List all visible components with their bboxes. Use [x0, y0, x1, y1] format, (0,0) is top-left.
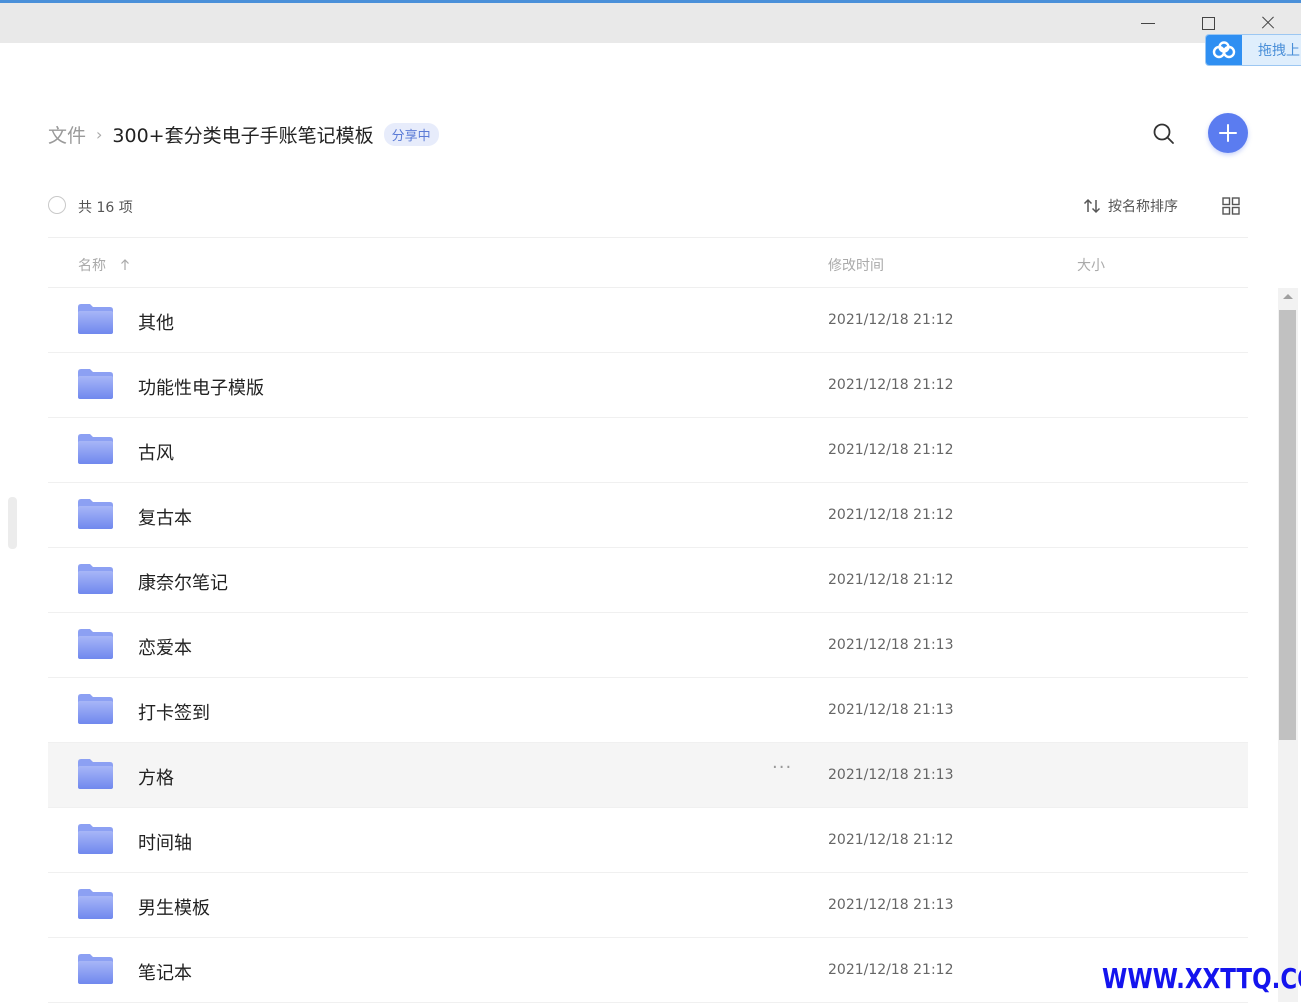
- file-name[interactable]: 笔记本: [138, 959, 192, 985]
- grid-view-icon: [1222, 197, 1240, 215]
- folder-icon: [78, 824, 113, 854]
- folder-icon: [78, 629, 113, 659]
- column-header-modified[interactable]: 修改时间: [828, 255, 884, 275]
- file-name[interactable]: 方格: [138, 764, 174, 790]
- file-row[interactable]: 打卡签到 2021/12/18 21:13: [48, 678, 1248, 743]
- file-name[interactable]: 时间轴: [138, 829, 192, 855]
- file-row[interactable]: 男生模板 2021/12/18 21:13: [48, 873, 1248, 938]
- file-name[interactable]: 复古本: [138, 504, 192, 530]
- file-row[interactable]: 古风 2021/12/18 21:12: [48, 418, 1248, 483]
- scroll-up-arrow-icon[interactable]: [1283, 294, 1293, 299]
- file-list: 其他 2021/12/18 21:12 功能性电子模版 2021/12/18 21:1…: [48, 288, 1248, 1003]
- folder-icon: [78, 434, 113, 464]
- sort-button[interactable]: 按名称排序: [1082, 196, 1178, 216]
- file-modified-time: 2021/12/18 21:12: [828, 442, 954, 458]
- file-modified-time: 2021/12/18 21:12: [828, 572, 954, 588]
- file-modified-time: 2021/12/18 21:12: [828, 312, 954, 328]
- folder-icon: [78, 499, 113, 529]
- file-modified-time: 2021/12/18 21:13: [828, 767, 954, 783]
- sort-label: 按名称排序: [1108, 199, 1178, 215]
- breadcrumb-root-link[interactable]: 文件: [48, 121, 86, 148]
- file-name[interactable]: 打卡签到: [138, 699, 210, 725]
- arrow-up-icon: [121, 259, 129, 270]
- folder-icon: [78, 954, 113, 984]
- file-modified-time: 2021/12/18 21:12: [828, 507, 954, 523]
- plus-icon: [1219, 124, 1237, 142]
- close-icon: [1261, 16, 1275, 30]
- file-modified-time: 2021/12/18 21:12: [828, 377, 954, 393]
- file-modified-time: 2021/12/18 21:13: [828, 897, 954, 913]
- breadcrumb-separator: ›: [96, 124, 103, 144]
- scrollbar-thumb[interactable]: [1279, 310, 1296, 740]
- select-all-checkbox[interactable]: [48, 196, 66, 214]
- drag-upload-label: 拖拽上: [1258, 43, 1300, 59]
- item-count: 共 16 项: [78, 200, 133, 216]
- baidu-cloud-logo-icon: [1206, 35, 1242, 65]
- file-name[interactable]: 古风: [138, 439, 174, 465]
- minimize-button[interactable]: [1118, 3, 1178, 43]
- folder-icon: [78, 694, 113, 724]
- watermark: WWW.XXTTQ.COM: [1102, 962, 1301, 995]
- folder-icon: [78, 564, 113, 594]
- more-actions-button[interactable]: ···: [772, 757, 792, 778]
- file-row[interactable]: 恋爱本 2021/12/18 21:13: [48, 613, 1248, 678]
- toolbar-divider: [48, 237, 1248, 238]
- drag-upload-widget[interactable]: 拖拽上: [1205, 34, 1301, 66]
- file-modified-time: 2021/12/18 21:13: [828, 637, 954, 653]
- file-name[interactable]: 男生模板: [138, 894, 210, 920]
- column-header-size[interactable]: 大小: [1077, 255, 1105, 275]
- file-modified-time: 2021/12/18 21:12: [828, 962, 954, 978]
- file-name[interactable]: 恋爱本: [138, 634, 192, 660]
- grid-view-button[interactable]: [1221, 196, 1241, 216]
- file-name[interactable]: 康奈尔笔记: [138, 569, 228, 595]
- column-header-name[interactable]: 名称: [78, 255, 132, 275]
- folder-icon: [78, 369, 113, 399]
- sidebar-resize-handle[interactable]: [8, 497, 17, 549]
- sharing-status-badge[interactable]: 分享中: [383, 122, 439, 146]
- breadcrumb: 文件 › 300+套分类电子手账笔记模板 分享中: [48, 118, 439, 150]
- sort-icon: [1083, 198, 1101, 214]
- file-row[interactable]: 其他 2021/12/18 21:12: [48, 288, 1248, 353]
- minimize-icon: [1141, 22, 1155, 24]
- folder-icon: [78, 304, 113, 334]
- file-row[interactable]: 复古本 2021/12/18 21:12: [48, 483, 1248, 548]
- folder-icon: [78, 759, 113, 789]
- file-row[interactable]: 时间轴 2021/12/18 21:12: [48, 808, 1248, 873]
- search-button[interactable]: [1150, 120, 1178, 148]
- file-row[interactable]: 笔记本 2021/12/18 21:12: [48, 938, 1248, 1003]
- file-name[interactable]: 功能性电子模版: [138, 374, 264, 400]
- file-name[interactable]: 其他: [138, 309, 174, 335]
- file-modified-time: 2021/12/18 21:13: [828, 702, 954, 718]
- file-modified-time: 2021/12/18 21:12: [828, 832, 954, 848]
- maximize-icon: [1201, 16, 1215, 30]
- folder-icon: [78, 889, 113, 919]
- add-button[interactable]: [1208, 113, 1248, 153]
- page-title: 300+套分类电子手账笔记模板: [112, 124, 374, 147]
- column-header-name-label: 名称: [78, 258, 106, 274]
- file-row[interactable]: 康奈尔笔记 2021/12/18 21:12: [48, 548, 1248, 613]
- title-bar[interactable]: [0, 3, 1301, 43]
- file-row[interactable]: 方格 ··· 2021/12/18 21:13: [48, 743, 1248, 808]
- file-row[interactable]: 功能性电子模版 2021/12/18 21:12: [48, 353, 1248, 418]
- search-icon: [1153, 123, 1174, 144]
